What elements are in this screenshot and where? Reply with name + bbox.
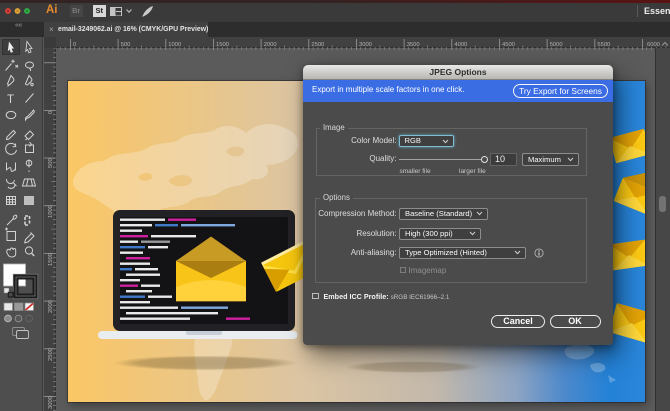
svg-text:500: 500 [48,158,54,168]
svg-text:3000: 3000 [359,42,372,48]
svg-text:2500: 2500 [48,348,54,361]
svg-text:5000: 5000 [550,42,563,48]
svg-text:4500: 4500 [502,42,515,48]
svg-text:2500: 2500 [311,42,324,48]
svg-text:5500: 5500 [597,42,610,48]
svg-text:1000: 1000 [48,205,54,218]
svg-text:2000: 2000 [264,42,277,48]
svg-text:1000: 1000 [168,42,181,48]
svg-text:3000: 3000 [48,396,54,409]
svg-text:0: 0 [48,111,54,114]
svg-text:500: 500 [121,42,131,48]
svg-text:4000: 4000 [454,42,467,48]
svg-text:1500: 1500 [216,42,229,48]
svg-text:1500: 1500 [48,253,54,266]
svg-text:0: 0 [73,42,76,48]
svg-text:2000: 2000 [48,300,54,313]
svg-text:3500: 3500 [407,42,420,48]
svg-text:T: T [7,94,14,106]
